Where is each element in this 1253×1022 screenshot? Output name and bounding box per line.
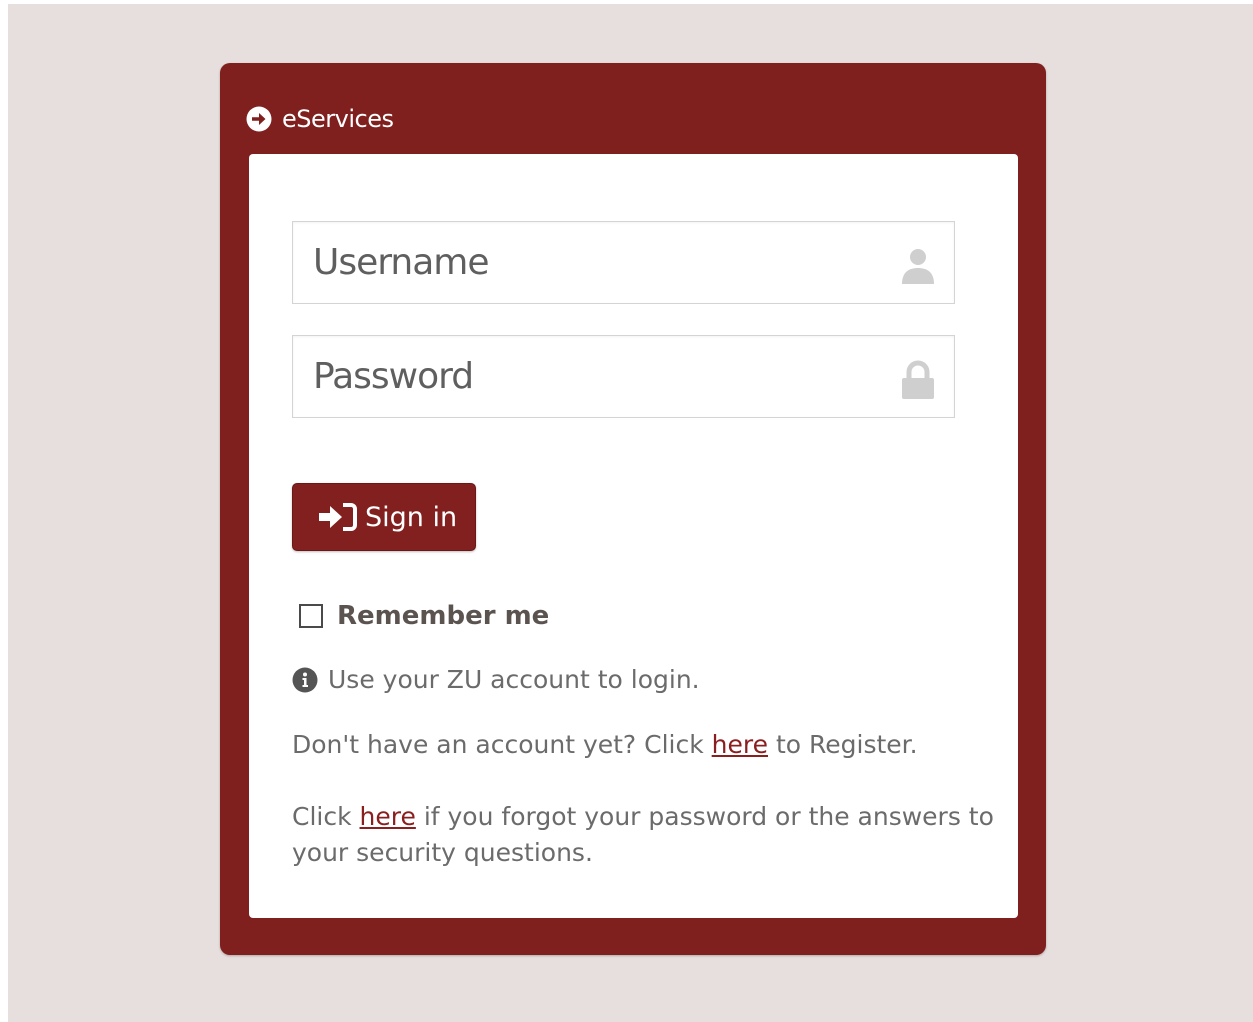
register-text-before: Don't have an account yet? Click [292,730,712,759]
forgot-text-before: Click [292,802,360,831]
remember-me: Remember me [299,601,549,631]
username-field-wrapper [292,221,955,304]
forgot-password-link[interactable]: here [360,802,416,831]
sign-in-icon [319,503,357,531]
sign-in-button[interactable]: Sign in [292,483,476,551]
info-icon [292,667,318,692]
app-title: eServices [282,105,394,133]
register-text-after: to Register. [768,730,918,759]
login-form: Sign in Remember me Use your ZU account … [249,154,1018,918]
password-field-wrapper [292,335,955,418]
info-message: Use your ZU account to login. [292,665,700,694]
username-input[interactable] [293,222,883,303]
password-input[interactable] [293,336,883,417]
user-icon [902,249,934,284]
register-line: Don't have an account yet? Click here to… [292,727,918,763]
sign-in-label: Sign in [365,501,458,533]
info-text: Use your ZU account to login. [328,665,700,694]
arrow-circle-right-icon [246,106,272,132]
login-panel: eServices Sign in Remembe [220,63,1046,955]
register-link[interactable]: here [712,730,768,759]
remember-me-checkbox[interactable] [299,604,323,628]
forgot-password-line: Click here if you forgot your password o… [292,799,1012,871]
lock-icon [902,360,934,399]
remember-me-label[interactable]: Remember me [337,601,549,631]
panel-header: eServices [246,103,394,135]
